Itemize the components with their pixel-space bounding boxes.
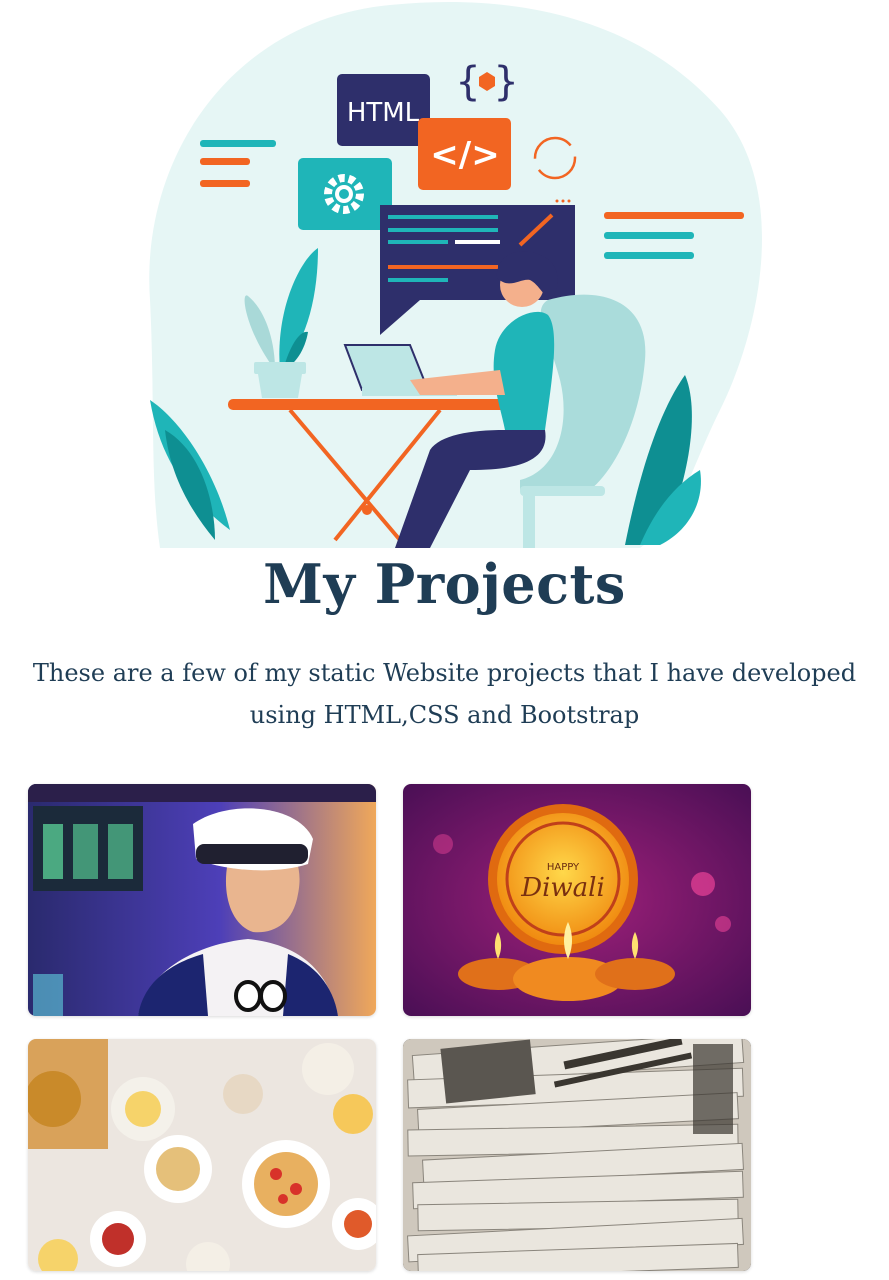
project-card-diwali[interactable]: HAPPY Diwali <box>403 784 751 1016</box>
project-card-food[interactable] <box>28 1039 376 1271</box>
vr-headset-photo <box>28 784 376 1016</box>
diwali-overlay-main: Diwali <box>520 873 605 903</box>
breakfast-table-photo <box>28 1039 376 1271</box>
happy-diwali-photo: HAPPY Diwali <box>403 784 751 1016</box>
project-card-newspaper[interactable] <box>403 1039 751 1271</box>
diwali-overlay-top: HAPPY <box>547 862 580 873</box>
page-title: My Projects <box>263 552 626 616</box>
code-symbol-text: </> <box>430 135 499 175</box>
hero-illustration: HTML </> { } <box>0 0 889 548</box>
newspapers-photo <box>403 1039 751 1271</box>
project-card-vr[interactable] <box>28 784 376 1016</box>
page-description: These are a few of my static Website pro… <box>32 659 857 729</box>
html-tag-text: HTML <box>347 98 420 128</box>
